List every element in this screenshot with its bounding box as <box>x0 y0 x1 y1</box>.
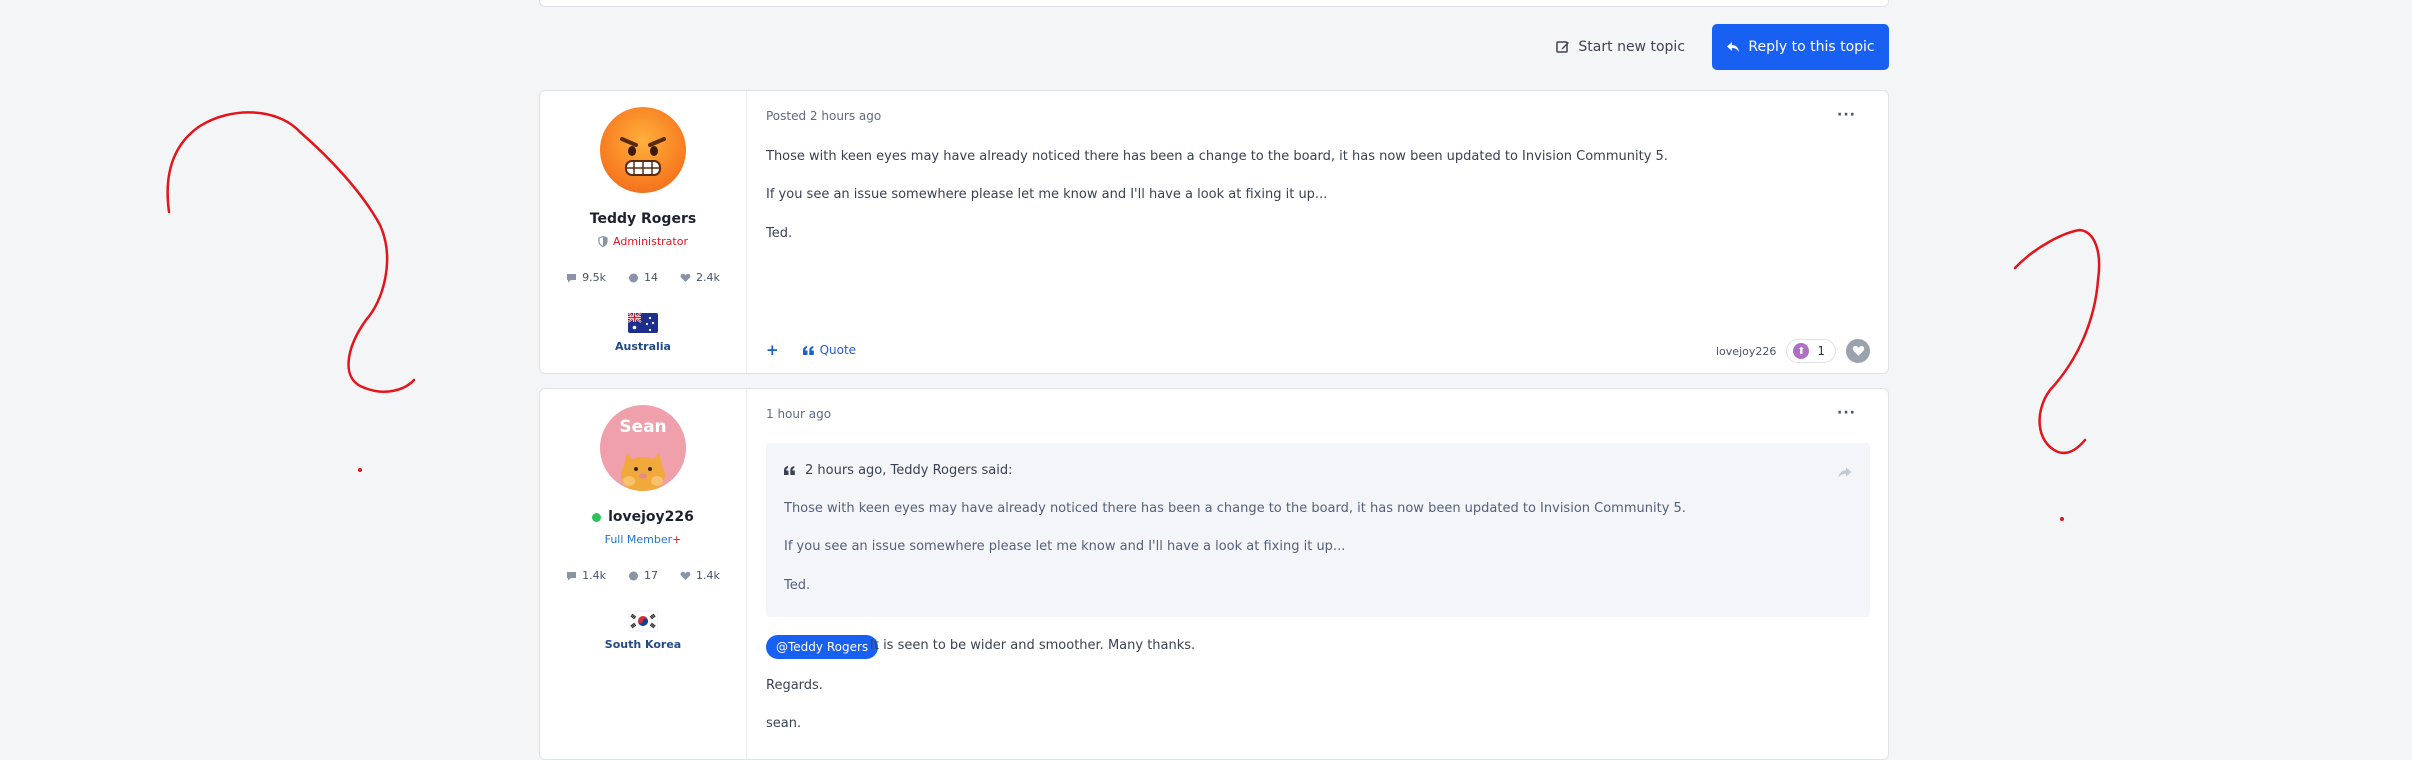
author-name-text[interactable]: lovejoy226 <box>608 509 694 525</box>
topic-action-bar: Start new topic Reply to this topic <box>539 24 1889 70</box>
share-arrow-icon[interactable] <box>1838 463 1852 482</box>
quote-paragraph: Ted. <box>784 578 811 593</box>
likes-stat: 1.4k <box>680 569 720 582</box>
reply-icon <box>1727 42 1740 52</box>
right-question-dot-icon <box>2060 517 2064 521</box>
start-new-topic-label: Start new topic <box>1578 39 1685 55</box>
author-name[interactable]: lovejoy226 <box>540 509 746 525</box>
start-new-topic-button[interactable]: Start new topic <box>1556 34 1685 60</box>
author-panel: Teddy Rogers Administrator 9.5k 14 2.4k <box>540 91 747 373</box>
likes-count: 1.4k <box>696 569 720 582</box>
role-text: Administrator <box>613 235 688 248</box>
posts-stat: 9.5k <box>566 271 606 284</box>
quote-header-text[interactable]: 2 hours ago, Teddy Rogers said: <box>805 463 1012 478</box>
reply-to-topic-button[interactable]: Reply to this topic <box>1712 24 1889 70</box>
post-timestamp[interactable]: 1 hour ago <box>766 407 831 421</box>
comments-count: 17 <box>644 569 658 582</box>
post-paragraph: If you see an issue somewhere please let… <box>766 187 1328 202</box>
post-paragraph: It is seen to be wider and smoother. Man… <box>870 638 1196 653</box>
author-country: South Korea <box>604 638 682 651</box>
quote-button[interactable]: Quote <box>802 343 857 357</box>
chat-bubble-icon <box>567 571 577 580</box>
posts-count: 9.5k <box>582 271 606 284</box>
post-content: 1 hour ago ··· 2 hours ago, Teddy Rogers… <box>766 389 1870 759</box>
author-panel: Sean lovejoy226 Full Member+ 1.4k 17 1.4… <box>540 389 747 759</box>
sean-avatar[interactable]: Sean <box>600 405 686 491</box>
right-question-mark-icon <box>2013 228 2101 455</box>
multiquote-plus-button[interactable]: + <box>766 341 779 359</box>
likes-stat: 2.4k <box>680 271 720 284</box>
heart-icon <box>680 273 691 282</box>
likes-count: 2.4k <box>696 271 720 284</box>
more-options-icon[interactable]: ··· <box>1837 405 1856 421</box>
post-lovejoy226: Sean lovejoy226 Full Member+ 1.4k 17 1.4… <box>539 388 1889 760</box>
reaction-count-pill[interactable]: ⬆ 1 <box>1786 339 1836 363</box>
quote-paragraph: Those with keen eyes may have already no… <box>784 501 1686 516</box>
reply-to-topic-label: Reply to this topic <box>1748 39 1875 55</box>
left-question-dot-icon <box>358 468 362 472</box>
comments-stat: 14 <box>628 271 658 284</box>
role-suffix: + <box>672 533 682 546</box>
quote-icon <box>802 345 814 355</box>
heart-icon <box>1852 346 1864 356</box>
cartoon-cat-icon <box>621 453 665 491</box>
online-status-icon <box>592 512 602 522</box>
south-korea-flag-icon <box>628 610 658 632</box>
reactions-area: lovejoy226 ⬆ 1 <box>1716 339 1870 363</box>
post-teddy-rogers: Teddy Rogers Administrator 9.5k 14 2.4k <box>539 90 1889 374</box>
angry-face-icon <box>620 137 666 176</box>
comment-icon <box>629 273 638 282</box>
comments-count: 14 <box>644 271 658 284</box>
shield-icon <box>598 236 608 247</box>
quote-header: 2 hours ago, Teddy Rogers said: <box>784 463 1012 478</box>
left-question-mark-icon <box>166 111 416 393</box>
reacted-by-user[interactable]: lovejoy226 <box>1716 345 1776 358</box>
reaction-count: 1 <box>1817 344 1825 358</box>
comments-stat: 17 <box>628 569 658 582</box>
role-text: Full Member <box>604 533 673 546</box>
more-options-icon[interactable]: ··· <box>1837 107 1856 123</box>
post-timestamp[interactable]: Posted 2 hours ago <box>766 109 881 123</box>
post-paragraph: sean. <box>766 716 802 731</box>
quote-label: Quote <box>819 343 857 357</box>
angry-face-emoji-avatar[interactable] <box>600 107 686 193</box>
author-role: Full Member+ <box>540 533 746 546</box>
author-country: Australia <box>615 340 671 353</box>
edit-icon <box>1556 41 1570 53</box>
mention-teddy-rogers[interactable]: @Teddy Rogers <box>766 635 879 659</box>
previous-post-bottom <box>539 0 1889 7</box>
author-stats: 1.4k 17 1.4k <box>540 569 746 582</box>
quote-icon <box>784 466 795 475</box>
heart-icon <box>680 571 691 580</box>
author-stats: 9.5k 14 2.4k <box>540 271 746 284</box>
quote-paragraph: If you see an issue somewhere please let… <box>784 539 1346 554</box>
chat-bubble-icon <box>567 273 577 282</box>
author-name-text[interactable]: Teddy Rogers <box>590 211 696 227</box>
upvote-reaction-icon: ⬆ <box>1793 343 1810 359</box>
post-content: Posted 2 hours ago ··· Those with keen e… <box>766 91 1870 373</box>
react-heart-button[interactable] <box>1846 339 1870 363</box>
posts-count: 1.4k <box>582 569 606 582</box>
australia-flag-icon <box>628 312 658 333</box>
post-paragraph: Regards. <box>766 678 823 693</box>
author-name[interactable]: Teddy Rogers <box>540 211 746 227</box>
posts-stat: 1.4k <box>566 569 606 582</box>
post-footer-actions: + Quote <box>766 341 856 359</box>
quoted-post: 2 hours ago, Teddy Rogers said: Those wi… <box>766 443 1870 617</box>
comment-icon <box>629 571 638 580</box>
post-paragraph: Ted. <box>766 226 793 241</box>
author-role: Administrator <box>540 235 746 248</box>
post-paragraph: Those with keen eyes may have already no… <box>766 149 1668 164</box>
